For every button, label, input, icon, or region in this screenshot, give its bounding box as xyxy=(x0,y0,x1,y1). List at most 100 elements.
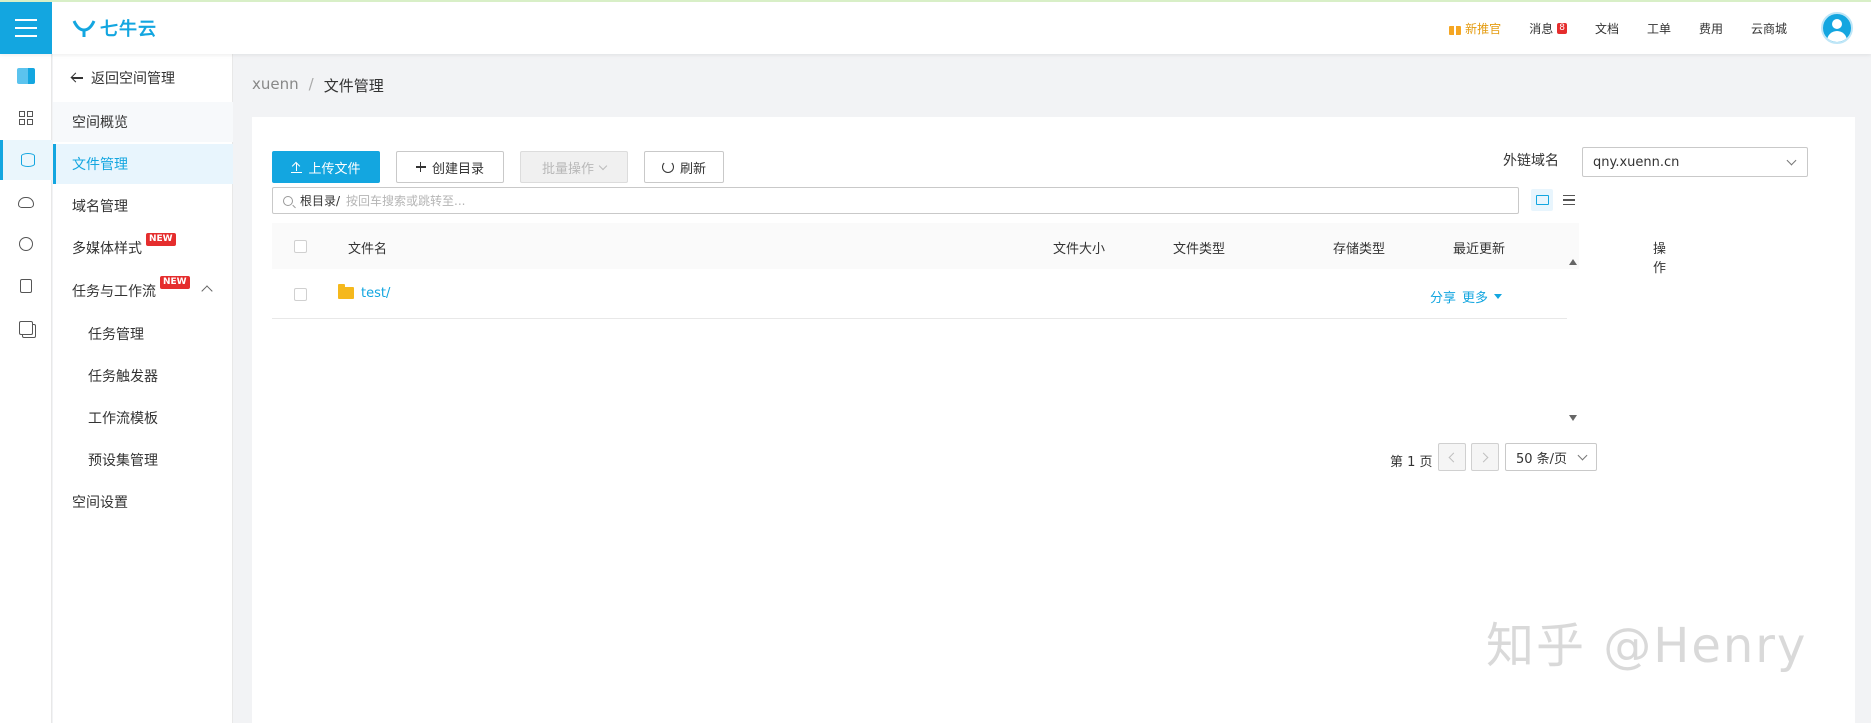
document-search-icon xyxy=(20,279,32,293)
path-search-bar: 根目录/ xyxy=(272,187,1519,214)
header-file-size[interactable]: 文件大小 xyxy=(1053,238,1105,257)
panel-content: 上传文件 创建目录 批量操作 刷新 外链域名 qny.xuenn.cn 根目录/ xyxy=(272,147,1808,553)
marketplace-link[interactable]: 云商城 xyxy=(1751,20,1787,37)
folder-icon xyxy=(338,284,354,299)
billing-link[interactable]: 费用 xyxy=(1699,20,1723,37)
batch-operations-button[interactable]: 批量操作 xyxy=(520,151,628,183)
watermark: 知乎 @Henry xyxy=(1486,618,1808,674)
rail-cdn[interactable] xyxy=(0,182,52,222)
list-view-button[interactable] xyxy=(1558,189,1580,211)
scroll-up-arrow[interactable] xyxy=(1569,259,1577,265)
rail-storage-product[interactable] xyxy=(0,56,52,96)
per-page-value: 50 条/页 xyxy=(1516,451,1568,467)
back-to-bucket-list[interactable]: 返回空间管理 xyxy=(71,68,175,88)
folder-view-icon xyxy=(1535,195,1549,205)
rail-copy[interactable] xyxy=(0,308,52,348)
qiniu-logo[interactable]: 七牛云 xyxy=(72,14,157,42)
chevron-down-icon xyxy=(1577,450,1588,461)
domain-value: qny.xuenn.cn xyxy=(1593,154,1680,170)
sidebar-item-presets[interactable]: 预设集管理 xyxy=(53,440,233,480)
docs-link[interactable]: 文档 xyxy=(1595,20,1619,37)
sidebar-item-bucket-settings[interactable]: 空间设置 xyxy=(53,482,233,522)
sidebar-item-tasks-workflows[interactable]: 任务与工作流 NEW xyxy=(53,271,233,311)
messages-label: 消息 xyxy=(1529,21,1554,36)
table-row: test/ 分享 更多 xyxy=(272,269,1567,319)
create-directory-button[interactable]: 创建目录 xyxy=(396,151,504,183)
per-page-select[interactable]: 50 条/页 xyxy=(1505,443,1597,471)
messages-link[interactable]: 消息 8 xyxy=(1529,20,1567,37)
menu-line xyxy=(15,19,37,21)
sidebar-item-overview[interactable]: 空间概览 xyxy=(53,102,233,142)
header-last-updated[interactable]: 最近更新 xyxy=(1453,238,1505,257)
new-badge: NEW xyxy=(146,232,176,246)
share-link[interactable]: 分享 xyxy=(1430,287,1456,306)
menu-line xyxy=(15,27,37,29)
arrow-left-icon xyxy=(71,72,83,84)
sidebar: 返回空间管理 空间概览 文件管理 域名管理 多媒体样式 NEW 任务与工作流 N… xyxy=(53,54,233,723)
tickets-link[interactable]: 工单 xyxy=(1647,20,1671,37)
hamburger-menu-button[interactable] xyxy=(0,2,52,54)
next-page-button[interactable] xyxy=(1471,443,1499,471)
header-actions: 操作 xyxy=(1653,242,1667,276)
messages-badge: 8 xyxy=(1557,22,1567,34)
path-prefix: 根目录/ xyxy=(300,194,341,208)
grid-view-button[interactable] xyxy=(1531,189,1553,211)
refresh-label: 刷新 xyxy=(679,161,706,177)
breadcrumb-root[interactable]: xuenn xyxy=(252,75,299,96)
upload-file-button[interactable]: 上传文件 xyxy=(272,151,380,183)
folder-name-link[interactable]: test/ xyxy=(361,286,390,301)
create-directory-label: 创建目录 xyxy=(431,161,484,177)
chevron-down-icon xyxy=(598,161,608,170)
gift-icon xyxy=(1449,21,1462,35)
top-nav: 新推官 消息 8 文档 工单 费用 云商城 xyxy=(1449,2,1871,54)
chevron-left-icon xyxy=(1448,452,1459,462)
rail-search-docs[interactable] xyxy=(0,266,52,306)
icon-rail xyxy=(0,54,52,723)
prev-page-button[interactable] xyxy=(1438,443,1466,471)
sidebar-item-workflow-templates[interactable]: 工作流模板 xyxy=(53,398,233,438)
cloud-icon xyxy=(18,196,34,208)
promo-link[interactable]: 新推官 xyxy=(1449,20,1501,37)
grid-icon xyxy=(19,111,33,125)
menu-line xyxy=(15,35,37,37)
logo-text: 七牛云 xyxy=(100,19,157,40)
domain-select[interactable]: qny.xuenn.cn xyxy=(1582,147,1808,177)
batch-label: 批量操作 xyxy=(541,161,594,177)
top-bar: 七牛云 新推官 消息 8 文档 工单 费用 云商城 xyxy=(0,0,1871,54)
rail-storage[interactable] xyxy=(0,140,52,180)
header-storage-type[interactable]: 存储类型 xyxy=(1333,238,1385,257)
sidebar-item-media-styles[interactable]: 多媒体样式 NEW xyxy=(53,228,233,268)
row-checkbox[interactable] xyxy=(294,288,307,301)
refresh-icon xyxy=(661,161,674,173)
sidebar-item-task-management[interactable]: 任务管理 xyxy=(53,314,233,354)
scroll-down-arrow[interactable] xyxy=(1569,415,1577,421)
rail-dashboard[interactable] xyxy=(0,98,52,138)
more-actions-dropdown[interactable]: 更多 xyxy=(1462,287,1503,306)
search-input[interactable] xyxy=(346,193,1518,208)
more-label: 更多 xyxy=(1462,291,1489,306)
select-all-checkbox[interactable] xyxy=(294,240,307,253)
chevron-down-icon xyxy=(1786,155,1797,166)
caret-down-icon xyxy=(1494,294,1503,299)
header-file-name[interactable]: 文件名 xyxy=(348,238,387,257)
plus-icon xyxy=(415,162,426,172)
sidebar-item-label: 多媒体样式 xyxy=(72,241,142,257)
sidebar-item-task-triggers[interactable]: 任务触发器 xyxy=(53,356,233,396)
refresh-button[interactable]: 刷新 xyxy=(644,151,724,183)
promo-label: 新推官 xyxy=(1465,21,1502,36)
upload-icon xyxy=(291,162,303,173)
file-table: 文件名 文件大小 文件类型 存储类型 最近更新 操作 test/ 分享 更多 xyxy=(272,223,1666,319)
upload-label: 上传文件 xyxy=(308,161,361,177)
chevron-right-icon xyxy=(1478,452,1489,462)
header-file-type[interactable]: 文件类型 xyxy=(1173,238,1225,257)
new-badge: NEW xyxy=(160,275,190,289)
sidebar-item-domain[interactable]: 域名管理 xyxy=(53,186,233,226)
rail-stats[interactable] xyxy=(0,224,52,264)
database-icon xyxy=(20,153,35,167)
page-indicator: 第 1 页 xyxy=(1390,455,1433,470)
user-avatar[interactable] xyxy=(1821,12,1853,44)
chevron-up-icon xyxy=(201,285,213,297)
list-icon xyxy=(1563,195,1575,205)
sidebar-item-file-management[interactable]: 文件管理 xyxy=(53,144,233,184)
storage-product-icon xyxy=(17,68,35,84)
